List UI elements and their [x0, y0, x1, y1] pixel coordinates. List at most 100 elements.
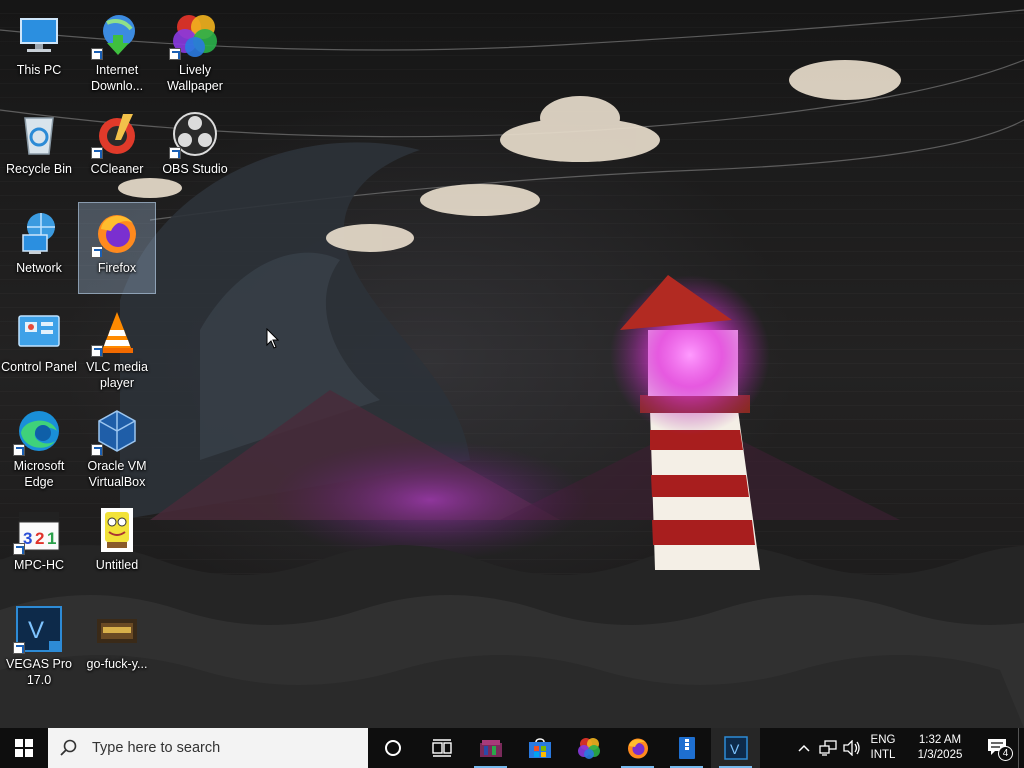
archive-app-icon: [678, 737, 695, 759]
icon-label: Untitled: [95, 558, 139, 572]
desktop-icon-lively-wallpaper[interactable]: Lively Wallpaper: [156, 4, 234, 96]
taskbar-search-box[interactable]: Type here to search: [48, 728, 368, 768]
speaker-icon: [843, 740, 860, 756]
microsoft-store-icon: [528, 738, 551, 758]
svg-text:1: 1: [47, 529, 56, 548]
obs-studio-icon: [169, 110, 219, 159]
icon-label: VEGAS Pro 17.0: [6, 657, 72, 687]
volume-button[interactable]: [840, 728, 864, 768]
virtualbox-icon: [91, 407, 141, 456]
desktop-icon-microsoft-edge[interactable]: Microsoft Edge: [0, 400, 78, 492]
shortcut-arrow-icon: [13, 543, 25, 555]
shortcut-arrow-icon: [91, 246, 103, 258]
control-panel-icon: [15, 308, 63, 356]
chevron-up-icon: [798, 744, 810, 752]
notification-count-badge: 4: [998, 746, 1013, 761]
icon-label: This PC: [16, 63, 62, 77]
icon-label: Lively Wallpaper: [167, 63, 223, 93]
desktop-icon-control-panel[interactable]: Control Panel: [0, 301, 78, 393]
desktop-icon-vegas-pro[interactable]: V VEGAS Pro 17.0: [0, 598, 78, 690]
desktop-icon-this-pc[interactable]: This PC: [0, 4, 78, 96]
desktop-icon-internet-download-manager[interactable]: Internet Downlo...: [78, 4, 156, 96]
vlc-icon: [91, 308, 141, 357]
icon-label: OBS Studio: [162, 162, 228, 176]
desktop-icon-network[interactable]: Network: [0, 202, 78, 294]
lively-wallpaper-icon: [169, 11, 219, 60]
icon-label: Internet Downlo...: [90, 63, 144, 93]
desktop-icon-recycle-bin[interactable]: Recycle Bin: [0, 103, 78, 195]
shortcut-arrow-icon: [91, 147, 103, 159]
ccleaner-icon: [91, 110, 141, 159]
svg-text:V: V: [28, 617, 44, 644]
desktop-icon-vlc[interactable]: VLC media player: [78, 301, 156, 393]
shortcut-arrow-icon: [91, 345, 103, 357]
cortana-button[interactable]: [368, 728, 417, 768]
firefox-icon: [627, 738, 648, 759]
svg-text:2: 2: [35, 529, 44, 548]
lighthouse: [610, 275, 770, 570]
shortcut-arrow-icon: [169, 147, 181, 159]
cortana-icon: [384, 740, 401, 756]
icon-label: Control Panel: [1, 360, 77, 374]
desktop-icon-obs-studio[interactable]: OBS Studio: [156, 103, 234, 195]
system-tray: ENG INTL 1:32 AM 1/3/2025 4: [792, 728, 1024, 768]
taskbar-app-vegas-pro[interactable]: V: [711, 728, 760, 768]
taskbar-app-firefox[interactable]: [613, 728, 662, 768]
taskbar-app-winrar[interactable]: [466, 728, 515, 768]
shortcut-arrow-icon: [13, 444, 25, 456]
task-view-button[interactable]: [417, 728, 466, 768]
shortcut-arrow-icon: [13, 642, 25, 654]
svg-text:V: V: [730, 741, 740, 757]
taskbar: Type here to search V ENG INTL 1:32 AM 1…: [0, 728, 1024, 768]
keyboard-layout: INTL: [870, 749, 896, 761]
clock-date: 1/3/2025: [917, 749, 963, 761]
language-indicator[interactable]: ENG INTL: [864, 728, 902, 768]
search-placeholder: Type here to search: [92, 740, 221, 756]
show-hidden-icons-button[interactable]: [792, 728, 816, 768]
desktop-icon-untitled[interactable]: Untitled: [78, 499, 156, 591]
language-code: ENG: [870, 734, 896, 746]
computer-icon: [15, 11, 63, 59]
clock-time: 1:32 AM: [918, 734, 962, 746]
desktop-icon-virtualbox[interactable]: Oracle VM VirtualBox: [78, 400, 156, 492]
spongebob-image-icon: [93, 506, 141, 554]
start-button[interactable]: [0, 728, 48, 768]
icon-label: Network: [16, 261, 62, 275]
desktop-icon-ccleaner[interactable]: CCleaner: [78, 103, 156, 195]
taskbar-app-microsoft-store[interactable]: [515, 728, 564, 768]
network-tray-button[interactable]: [816, 728, 840, 768]
shortcut-arrow-icon: [91, 48, 103, 60]
network-icon: [15, 209, 63, 257]
vegas-pro-icon: V: [723, 736, 748, 760]
edge-icon: [13, 407, 63, 456]
task-view-icon: [431, 739, 452, 757]
icon-label: Firefox: [97, 261, 137, 275]
shortcut-arrow-icon: [169, 48, 181, 60]
desktop-icon-firefox[interactable]: Firefox: [78, 202, 156, 294]
clock[interactable]: 1:32 AM 1/3/2025: [902, 728, 978, 768]
icon-label: go-fuck-y...: [86, 657, 148, 671]
mpc-hc-icon: 3 2 1: [13, 506, 63, 555]
icon-label: Microsoft Edge: [13, 459, 65, 489]
icon-label: Oracle VM VirtualBox: [87, 459, 147, 489]
lively-wallpaper-icon: [577, 738, 600, 759]
internet-download-manager-icon: [91, 11, 141, 60]
image-file-icon: [93, 605, 141, 653]
winrar-icon: [479, 740, 502, 757]
network-tray-icon: [819, 740, 837, 756]
action-center-button[interactable]: 4: [978, 728, 1018, 768]
mouse-cursor: [266, 328, 280, 349]
firefox-icon: [91, 209, 141, 258]
desktop-icon-go-image[interactable]: go-fuck-y...: [78, 598, 156, 690]
desktop-icon-mpc-hc[interactable]: 3 2 1 MPC-HC: [0, 499, 78, 591]
vegas-pro-icon: V: [13, 605, 63, 654]
icon-label: Recycle Bin: [6, 162, 72, 176]
shortcut-arrow-icon: [91, 444, 103, 456]
icon-label: MPC-HC: [14, 558, 64, 572]
search-icon: [60, 739, 77, 756]
show-desktop-button[interactable]: [1018, 728, 1024, 768]
windows-logo-icon: [15, 739, 33, 757]
taskbar-app-archive[interactable]: [662, 728, 711, 768]
recycle-bin-icon: [15, 110, 63, 158]
taskbar-app-lively-wallpaper[interactable]: [564, 728, 613, 768]
